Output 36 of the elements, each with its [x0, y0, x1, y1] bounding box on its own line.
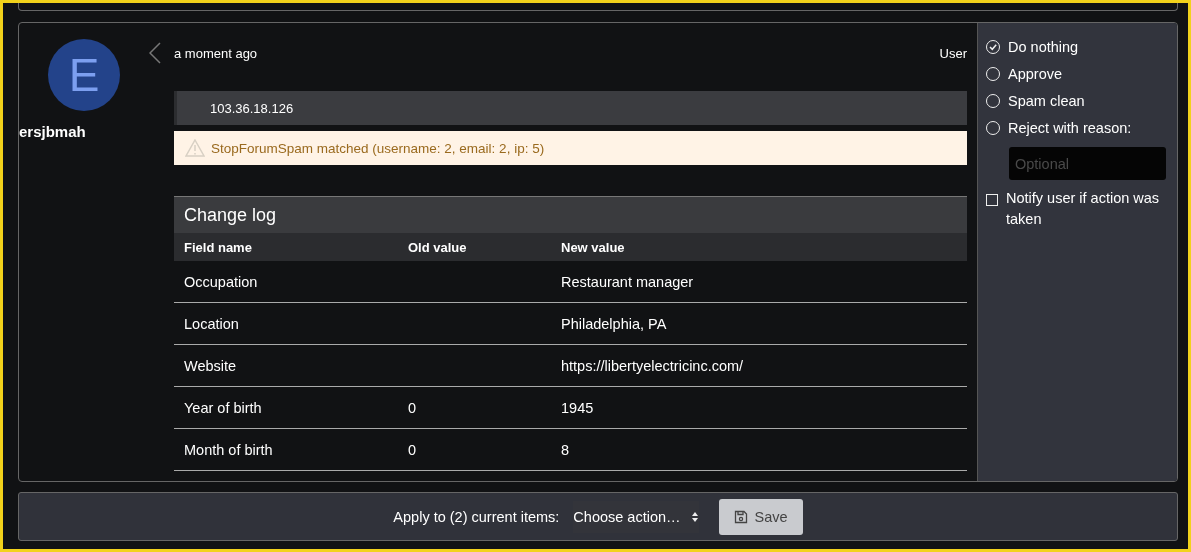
username: ersjbmah [19, 123, 86, 140]
checkbox[interactable] [986, 194, 998, 206]
option-label[interactable]: Reject with reason: [1008, 119, 1132, 136]
timestamp: a moment ago [174, 45, 258, 61]
reason-field[interactable]: Optional [1009, 147, 1166, 180]
table-cell: https://libertyelectricinc.com/ [561, 357, 744, 374]
change-log-title: Change log [174, 197, 967, 233]
chevron-left-icon[interactable] [149, 42, 161, 64]
column-header: Field name [183, 239, 253, 255]
table-cell: Location [184, 315, 239, 332]
option-label[interactable]: Approve [1008, 65, 1062, 82]
table-cell: 0 [408, 399, 417, 416]
option-label[interactable]: Do nothing [1008, 38, 1079, 55]
table-cell: 8 [561, 441, 570, 458]
table-cell: Website [184, 357, 237, 374]
warning-icon [185, 139, 205, 157]
sort-arrows-icon [690, 510, 699, 523]
table-cell: 1945 [561, 399, 594, 416]
save-icon [733, 509, 748, 524]
table-cell: Philadelphia, PA [561, 315, 667, 332]
option-label[interactable]: Spam clean [1008, 92, 1085, 109]
checkbox-label[interactable]: Notify user if action was taken [1006, 188, 1169, 230]
content-type-label: User [939, 45, 967, 61]
table-cell: Year of birth [184, 399, 262, 416]
avatar: E [48, 39, 120, 111]
table-cell: Occupation [184, 273, 258, 290]
apply-label: Apply to (2) current items: [393, 508, 560, 525]
column-header: New value [560, 239, 626, 255]
check-icon [988, 41, 998, 52]
table-cell: 0 [408, 441, 417, 458]
column-header: Old value [407, 239, 468, 255]
ip-address: 103.36.18.126 [210, 100, 294, 116]
table-cell: Month of birth [184, 441, 273, 458]
table-cell: Restaurant manager [561, 273, 694, 290]
save-button[interactable]: Save [718, 498, 803, 535]
warning-text: StopForumSpam matched (username: 2, email: 2, ip: 5) [211, 140, 545, 156]
